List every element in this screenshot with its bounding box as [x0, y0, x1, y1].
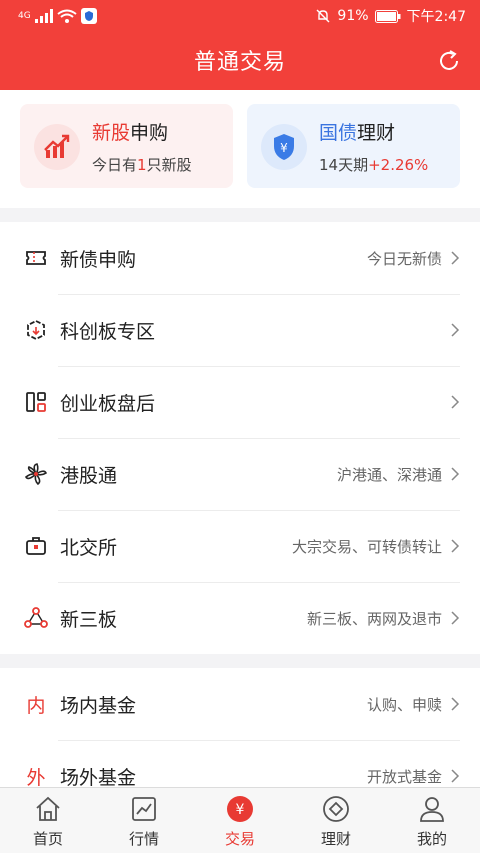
chevron-right-icon [451, 251, 460, 265]
user-icon [420, 797, 444, 822]
ipo-icon [34, 124, 80, 170]
chevron-right-icon [451, 697, 460, 711]
yuan-icon: ¥ [227, 796, 253, 822]
chevron-right-icon [451, 395, 460, 409]
tab-market[interactable]: 行情 [96, 788, 192, 853]
chart-icon [132, 797, 156, 821]
menu-item-chinext-after-hours[interactable]: 创业板盘后 [0, 366, 480, 438]
bond-ticket-icon [24, 246, 48, 270]
network-label: 4G [18, 11, 31, 21]
clock: 下午2:47 [406, 9, 466, 25]
menu-item-star-market[interactable]: 科创板专区 [0, 294, 480, 366]
wifi-icon [57, 9, 77, 23]
columns-icon [24, 390, 48, 414]
chevron-right-icon [451, 539, 460, 553]
bottom-tab-bar: 首页 行情 ¥ 交易 理财 我的 [0, 787, 480, 853]
tab-wealth[interactable]: 理财 [288, 788, 384, 853]
chevron-right-icon [451, 611, 460, 625]
page-title: 普通交易 [193, 50, 286, 75]
outer-fund-icon: 外 [26, 766, 46, 789]
battery-icon [374, 9, 401, 23]
signal-icon [34, 9, 53, 23]
briefcase-icon [24, 534, 48, 558]
mute-bell-icon [316, 9, 330, 23]
ipo-card-title: 新股申购 [92, 122, 169, 144]
trade-menu-group: 新债申购 今日无新债 科创板专区 创业板盘后 港股通 沪港通、深港通 北交所 大… [0, 222, 480, 654]
menu-item-neeq[interactable]: 新三板 新三板、两网及退市 [0, 582, 480, 654]
svg-text:¥: ¥ [236, 802, 245, 818]
status-bar: 4G 91% 下午2:47 [0, 0, 480, 30]
diamond-icon [323, 796, 349, 822]
bauhinia-icon [24, 462, 48, 486]
menu-item-new-bond[interactable]: 新债申购 今日无新债 [0, 222, 480, 294]
tab-profile[interactable]: 我的 [384, 788, 480, 853]
chevron-right-icon [451, 467, 460, 481]
menu-item-hk-connect[interactable]: 港股通 沪港通、深港通 [0, 438, 480, 510]
tab-trade[interactable]: ¥ 交易 [192, 788, 288, 853]
treasury-finance-card[interactable]: ¥ 国债理财 14天期+2.26% [247, 104, 460, 188]
battery-percent: 91% [337, 8, 369, 24]
treasury-card-subtitle: 14天期+2.26% [319, 156, 429, 174]
svg-text:¥: ¥ [280, 141, 288, 155]
menu-item-exchange-fund[interactable]: 内 场内基金 认购、申赎 [0, 668, 480, 740]
ipo-card-subtitle: 今日有1只新股 [92, 156, 192, 174]
menu-item-bse[interactable]: 北交所 大宗交易、可转债转让 [0, 510, 480, 582]
treasury-shield-icon: ¥ [261, 124, 307, 170]
refresh-icon[interactable] [436, 48, 462, 74]
header: 4G 91% 下午2:47 普通交易 [0, 0, 480, 90]
home-icon [36, 796, 60, 821]
chevron-right-icon [451, 323, 460, 337]
tab-home[interactable]: 首页 [0, 788, 96, 853]
ipo-subscription-card[interactable]: 新股申购 今日有1只新股 [20, 104, 233, 188]
treasury-card-title: 国债理财 [319, 122, 396, 144]
shield-app-icon [80, 8, 97, 24]
inner-fund-icon: 内 [26, 694, 46, 717]
promo-cards: 新股申购 今日有1只新股 ¥ 国债理财 14天期+2.26% [0, 90, 480, 208]
triangle-nodes-icon [24, 606, 48, 630]
cube-icon [24, 318, 48, 342]
chevron-right-icon [451, 769, 460, 783]
